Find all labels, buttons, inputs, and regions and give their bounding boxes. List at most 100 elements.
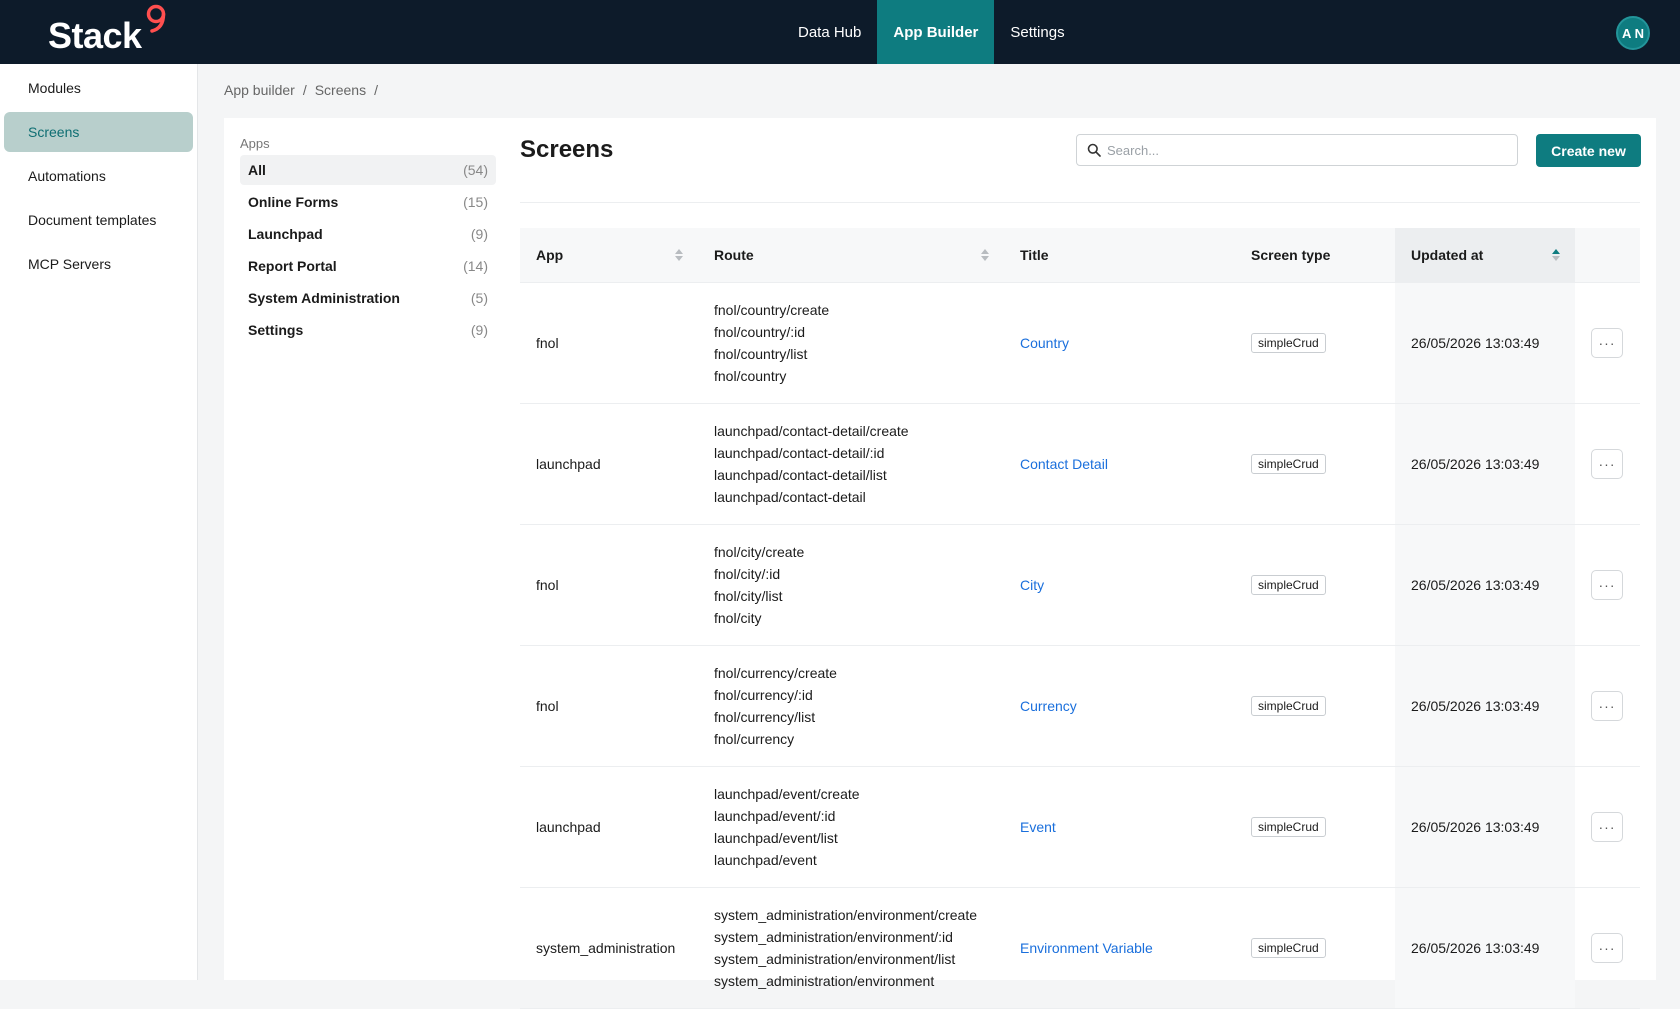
more-actions-button[interactable]: ··· (1591, 569, 1623, 600)
cell-screen-type: simpleCrud (1235, 645, 1395, 767)
app-filter-system-administration[interactable]: System Administration (5) (240, 283, 496, 313)
column-header-screen-type: Screen type (1235, 228, 1395, 283)
column-header-updated-at[interactable]: Updated at (1395, 228, 1575, 283)
breadcrumb-app-builder[interactable]: App builder (224, 82, 295, 98)
cell-app: launchpad (520, 403, 698, 525)
logo-text: Stack (48, 15, 142, 56)
title-link[interactable]: Country (1020, 335, 1069, 351)
sidebar-item-modules[interactable]: Modules (4, 68, 193, 108)
cell-title: Environment Variable (1004, 887, 1235, 1009)
route-line: launchpad/contact-detail (714, 488, 866, 505)
table-row: fnol fnol/country/create fnol/country/:i… (520, 282, 1640, 404)
nav-app-builder[interactable]: App Builder (877, 0, 995, 64)
app-filter-settings[interactable]: Settings (9) (240, 315, 496, 345)
nav-data-hub[interactable]: Data Hub (782, 0, 877, 64)
sidebar-item-document-templates[interactable]: Document templates (4, 200, 193, 240)
column-header-label: Screen type (1251, 246, 1331, 263)
screen-type-badge: simpleCrud (1251, 574, 1326, 595)
sidebar-item-automations[interactable]: Automations (4, 156, 193, 196)
app-filter-count: (14) (463, 258, 488, 274)
column-header-actions (1575, 228, 1640, 283)
column-header-label: Route (714, 246, 754, 263)
breadcrumb-screens[interactable]: Screens (315, 82, 366, 98)
app-filter-label: Launchpad (248, 226, 323, 242)
route-line: launchpad/contact-detail/create (714, 422, 909, 439)
cell-app: fnol (520, 645, 698, 767)
logo-mark-icon (146, 4, 165, 33)
route-line: fnol/country/:id (714, 323, 806, 340)
more-actions-button[interactable]: ··· (1591, 932, 1623, 963)
route-line: system_administration/environment/create (714, 906, 978, 923)
more-actions-button[interactable]: ··· (1591, 448, 1623, 479)
route-line: launchpad/event/create (714, 785, 860, 802)
app-filter-count: (5) (470, 290, 488, 306)
cell-title: Country (1004, 282, 1235, 404)
route-line: fnol/currency/list (714, 708, 816, 725)
column-header-label: Title (1020, 246, 1049, 263)
title-link[interactable]: Event (1020, 819, 1056, 835)
screen-type-badge: simpleCrud (1251, 937, 1326, 958)
cell-screen-type: simpleCrud (1235, 887, 1395, 1009)
main-nav: Data Hub App Builder Settings (782, 0, 1081, 64)
logo[interactable]: Stack (48, 4, 166, 56)
column-header-route[interactable]: Route (698, 228, 1004, 283)
title-link[interactable]: Contact Detail (1020, 456, 1108, 472)
app-filter-launchpad[interactable]: Launchpad (9) (240, 219, 496, 249)
route-line: fnol/country/create (714, 301, 830, 318)
route-line: fnol/city (714, 609, 762, 626)
top-bar: Stack Data Hub App Builder Settings A N (0, 0, 1680, 64)
sort-ascending-icon (1552, 249, 1560, 261)
route-line: fnol/country/list (714, 345, 808, 362)
nav-settings[interactable]: Settings (994, 0, 1080, 64)
sidebar-item-mcp-servers[interactable]: MCP Servers (4, 244, 193, 284)
sort-icon (675, 249, 683, 261)
route-line: fnol/city/:id (714, 565, 781, 582)
cell-actions: ··· (1575, 645, 1640, 767)
more-actions-button[interactable]: ··· (1591, 811, 1623, 842)
breadcrumb-separator: / (302, 82, 307, 98)
app-filter-count: (15) (463, 194, 488, 210)
title-link[interactable]: City (1020, 577, 1044, 593)
cell-app: fnol (520, 282, 698, 404)
cell-app: system_administration (520, 887, 698, 1009)
cell-actions: ··· (1575, 524, 1640, 646)
title-link[interactable]: Currency (1020, 698, 1077, 714)
column-header-label: App (536, 246, 564, 263)
route-line: launchpad/event (714, 851, 817, 868)
create-new-button[interactable]: Create new (1536, 134, 1641, 167)
cell-title: Contact Detail (1004, 403, 1235, 525)
app-filter-all[interactable]: All (54) (240, 155, 496, 185)
app-filter-online-forms[interactable]: Online Forms (15) (240, 187, 496, 217)
cell-route: launchpad/event/create launchpad/event/:… (698, 766, 1004, 888)
cell-title: Currency (1004, 645, 1235, 767)
search-box[interactable] (1076, 134, 1518, 166)
sort-icon (981, 249, 989, 261)
search-input[interactable] (1107, 142, 1487, 158)
avatar[interactable]: A N (1616, 16, 1650, 50)
page-title: Screens (520, 136, 614, 163)
cell-screen-type: simpleCrud (1235, 524, 1395, 646)
more-actions-button[interactable]: ··· (1591, 327, 1623, 358)
more-actions-button[interactable]: ··· (1591, 690, 1623, 721)
route-line: launchpad/event/:id (714, 807, 836, 824)
app-filter-label: Online Forms (248, 194, 339, 210)
app-filter-report-portal[interactable]: Report Portal (14) (240, 251, 496, 281)
cell-route: system_administration/environment/create… (698, 887, 1004, 1009)
table-row: fnol fnol/currency/create fnol/currency/… (520, 645, 1640, 767)
cell-screen-type: simpleCrud (1235, 282, 1395, 404)
column-header-app[interactable]: App (520, 228, 698, 283)
screen-type-badge: simpleCrud (1251, 332, 1326, 353)
route-line: fnol/country (714, 367, 787, 384)
sidebar-item-screens[interactable]: Screens (4, 112, 193, 152)
table-row: launchpad launchpad/event/create launchp… (520, 766, 1640, 888)
main-card: Apps All (54) Online Forms (15) Launchpa… (224, 118, 1656, 1009)
title-link[interactable]: Environment Variable (1020, 940, 1153, 956)
cell-actions: ··· (1575, 403, 1640, 525)
route-line: launchpad/contact-detail/:id (714, 444, 885, 461)
cell-screen-type: simpleCrud (1235, 403, 1395, 525)
cell-updated-at: 26/05/2026 13:03:49 (1395, 887, 1575, 1009)
route-line: fnol/currency/create (714, 664, 837, 681)
app-filter-count: (9) (470, 226, 488, 242)
route-line: system_administration/environment (714, 972, 935, 989)
cell-actions: ··· (1575, 766, 1640, 888)
